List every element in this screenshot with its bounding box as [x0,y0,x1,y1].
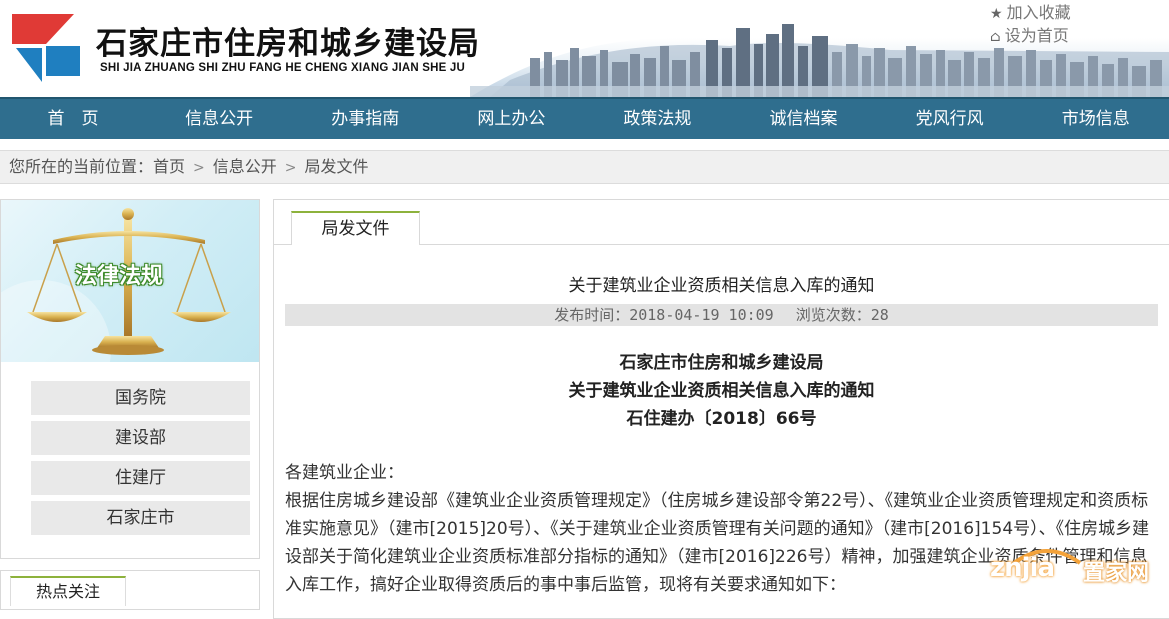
nav-item-service-guide[interactable]: 办事指南 [292,99,438,139]
main-nav: 首 页 信息公开 办事指南 网上办公 政策法规 诚信档案 党风行风 市场信息 [0,97,1169,139]
sidebar-item-ministry-of-construction[interactable]: 建设部 [31,421,250,455]
nav-item-info-disclosure[interactable]: 信息公开 [146,99,292,139]
hot-topics-tab[interactable]: 热点关注 [10,576,126,606]
home-icon: ⌂ [990,29,1001,45]
nav-item-credit-records[interactable]: 诚信档案 [730,99,876,139]
nav-item-online-office[interactable]: 网上办公 [438,99,584,139]
top-links: ★ 加入收藏 ⌂ 设为首页 [990,2,1071,48]
breadcrumb-bureau-documents[interactable]: 局发文件 [305,157,369,176]
laws-regulations-banner[interactable]: 法律法规 [1,200,259,362]
watermark-latin: znjia [990,553,1055,583]
chevron-right-icon: > [193,160,205,176]
site-title: 石家庄市住房和城乡建设局 [96,26,480,62]
doc-issuer: 石家庄市住房和城乡建设局 [619,353,824,373]
hot-topics-box: 热点关注 [0,570,260,610]
sidebar: 法律法规 国务院 建设部 住建厅 石家庄市 [0,199,260,559]
breadcrumb-prefix: 您所在的当前位置： [9,157,154,176]
salutation: 各建筑业企业： [285,463,404,483]
doc-number: 石住建办〔2018〕66号 [626,409,817,429]
nav-item-market-info[interactable]: 市场信息 [1023,99,1169,139]
nav-item-home[interactable]: 首 页 [0,99,146,139]
views-label: 浏览次数： [795,306,871,324]
add-favorite-link[interactable]: ★ 加入收藏 [990,2,1071,25]
breadcrumb-info-disclosure[interactable]: 信息公开 [213,157,277,176]
article-meta: 发布时间：2018-04-19 10:09 浏览次数：28 [285,304,1158,326]
banner-title: 法律法规 [75,264,164,289]
sidebar-link-list: 国务院 建设部 住建厅 石家庄市 [31,381,251,541]
breadcrumb: 您所在的当前位置：首页 > 信息公开 > 局发文件 [0,150,1169,184]
views-count: 28 [870,306,889,324]
sidebar-item-state-council[interactable]: 国务院 [31,381,250,415]
site-header: 石家庄市住房和城乡建设局 SHI JIA ZHUANG SHI ZHU FANG… [0,0,1169,97]
star-icon: ★ [990,6,1003,22]
publish-time: 2018-04-19 10:09 [629,306,774,324]
nav-item-policies[interactable]: 政策法规 [584,99,730,139]
bureau-logo-icon[interactable] [12,10,80,82]
nav-item-party-conduct[interactable]: 党风行风 [877,99,1023,139]
chevron-right-icon: > [284,160,297,176]
sidebar-item-shijiazhuang[interactable]: 石家庄市 [31,501,250,535]
breadcrumb-home[interactable]: 首页 [153,157,185,176]
set-homepage-label: 设为首页 [1004,26,1069,45]
tab-bureau-documents[interactable]: 局发文件 [291,211,420,245]
znjia-watermark: znjia 置家网 [990,545,1169,596]
set-homepage-link[interactable]: ⌂ 设为首页 [990,25,1071,48]
sidebar-item-provincial-housing-dept[interactable]: 住建厅 [31,461,250,495]
watermark-chinese: 置家网 [1083,561,1150,586]
article-title: 关于建筑业企业资质相关信息入库的通知 [568,276,875,296]
site-title-pinyin: SHI JIA ZHUANG SHI ZHU FANG HE CHENG XIA… [100,62,465,74]
add-favorite-label: 加入收藏 [1006,3,1071,22]
doc-title: 关于建筑业企业资质相关信息入库的通知 [568,381,875,401]
publish-time-label: 发布时间： [554,306,630,324]
